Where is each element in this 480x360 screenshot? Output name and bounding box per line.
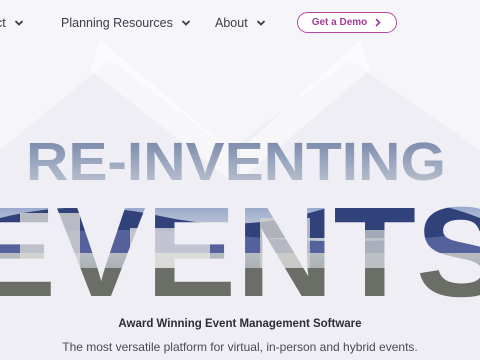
top-navigation: ct Planning Resources About Get a Demo [0,0,480,46]
nav-item-planning-resources[interactable]: Planning Resources [61,14,191,32]
hero-tagline: Award Winning Event Management Software [118,318,362,330]
nav-item-about-label: About [215,16,248,30]
get-a-demo-button[interactable]: Get a Demo [297,12,397,33]
chevron-down-icon [14,20,23,26]
chevron-down-icon [181,20,190,26]
get-a-demo-label: Get a Demo [311,17,368,28]
nav-item-product[interactable]: ct [0,14,24,32]
nav-item-about[interactable]: About [215,14,266,32]
nav-item-product-label: ct [0,16,6,30]
nav-item-planning-resources-label: Planning Resources [61,16,173,30]
chevron-right-icon [375,18,381,27]
hero-headline: RE-INVENTING EVENTS [0,132,480,308]
hero-headline-line2: EVENTS [0,181,480,308]
chevron-down-icon [256,20,265,26]
hero-subline: The most versatile platform for virtual,… [62,340,418,354]
